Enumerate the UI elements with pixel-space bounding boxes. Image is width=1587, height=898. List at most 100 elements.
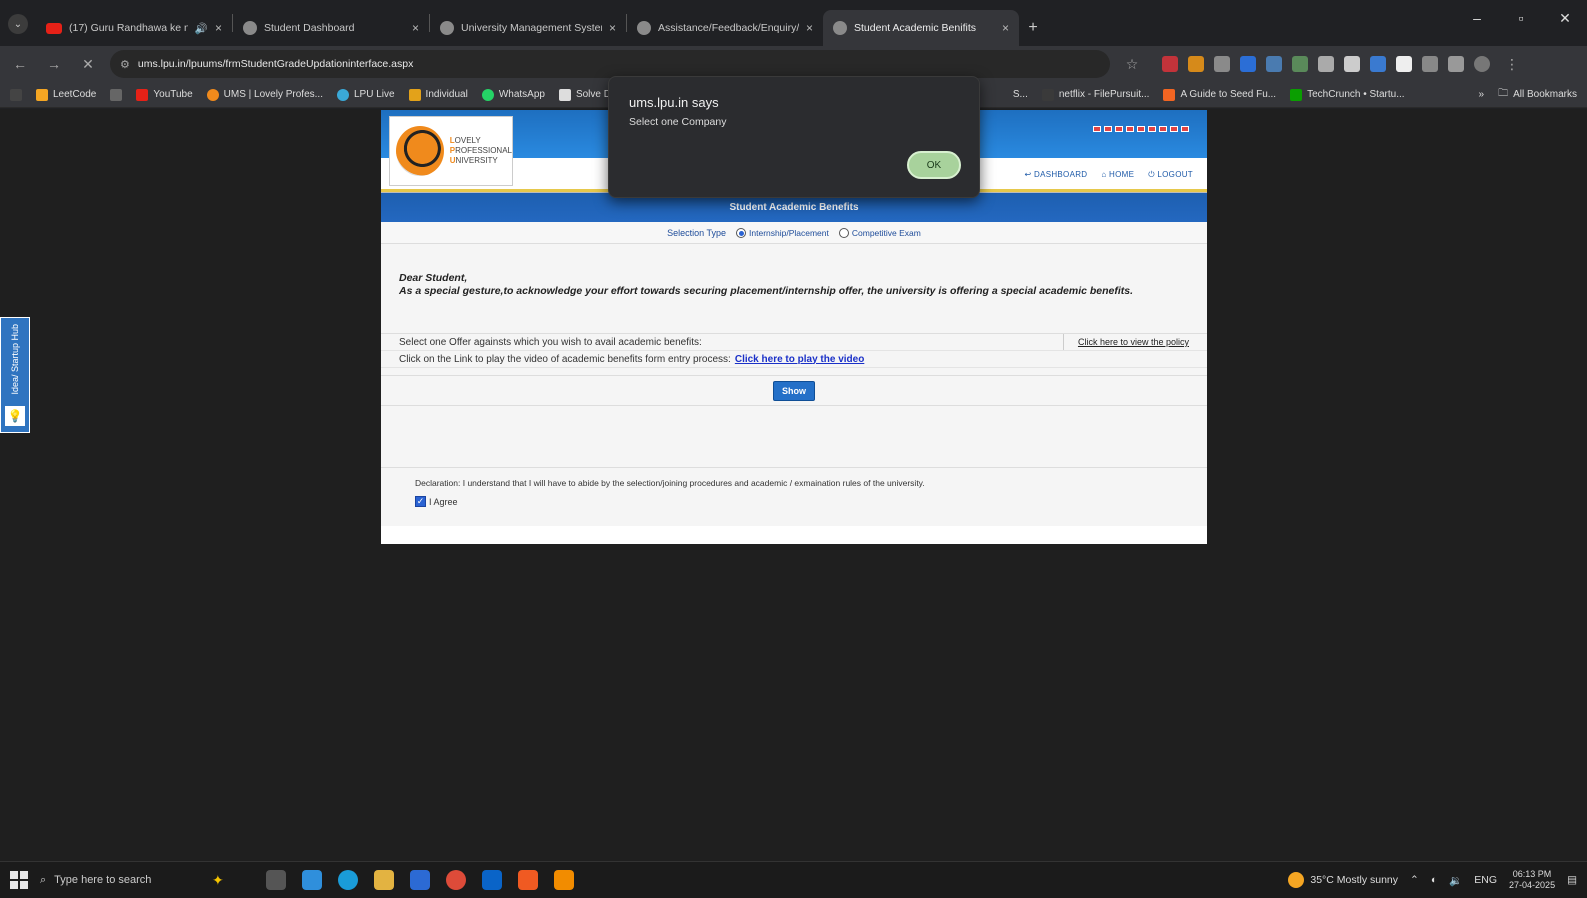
site-info-icon[interactable]: ⚙ (120, 58, 130, 71)
startup-hub-widget[interactable]: Idea/ Startup Hub 💡 (0, 317, 30, 433)
bookmark-item[interactable]: netflix - FilePursuit... (1041, 86, 1149, 103)
play-video-link[interactable]: Click here to play the video (735, 354, 864, 365)
agree-checkbox[interactable]: ✓ I Agree (415, 496, 1173, 507)
close-icon[interactable]: × (806, 21, 813, 35)
bookmark-label: WhatsApp (498, 89, 545, 100)
ycombinator-icon (1163, 88, 1176, 101)
chrome-icon[interactable] (445, 870, 466, 890)
extension-icon[interactable] (1396, 55, 1412, 72)
alert-ok-button[interactable]: OK (907, 151, 961, 179)
forward-icon[interactable]: → (42, 56, 66, 72)
windows-taskbar: ⌕ Type here to search ✦ 35°C Mostly sunn… (0, 861, 1587, 898)
stop-loading-icon[interactable]: ✕ (76, 56, 100, 73)
minimize-icon[interactable]: – (1455, 10, 1499, 27)
search-placeholder: Type here to search (54, 874, 152, 886)
flags-row (1093, 126, 1189, 132)
startup-hub-label: Idea/ Startup Hub (10, 324, 20, 395)
dashboard-link[interactable]: ↩ DASHBOARD (1024, 170, 1087, 180)
selection-type-row: Selection Type Internship/Placement Comp… (381, 222, 1207, 244)
store-icon[interactable] (301, 870, 322, 890)
results-area (381, 406, 1207, 468)
weather-widget[interactable]: 35°C Mostly sunny (1288, 872, 1398, 888)
maximize-icon[interactable]: ▫ (1499, 10, 1543, 27)
ums-icon (206, 88, 219, 101)
bookmark-item[interactable]: YouTube (136, 88, 193, 101)
tab-search-icon[interactable]: ⌄ (8, 14, 28, 34)
close-window-icon[interactable]: ✕ (1543, 10, 1587, 27)
extension-icon[interactable] (1370, 55, 1386, 72)
browser-tab[interactable]: (17) Guru Randhawa ke no 🔊 × (36, 10, 232, 46)
browser-tab-active[interactable]: Student Academic Benifits × (823, 10, 1019, 46)
close-icon[interactable]: × (215, 21, 222, 35)
file-explorer-icon[interactable] (373, 870, 394, 890)
menu-icon[interactable]: ⋮ (1500, 56, 1524, 73)
bookmark-item[interactable]: Individual (408, 88, 468, 101)
clock[interactable]: 06:13 PM 27-04-2025 (1509, 869, 1555, 891)
browser-tab[interactable]: Student Dashboard × (233, 10, 429, 46)
home-link[interactable]: ⌂ HOME (1101, 170, 1134, 180)
lpu-live-icon (336, 88, 349, 101)
brave-icon[interactable] (517, 870, 538, 890)
close-icon[interactable]: × (412, 21, 419, 35)
copilot-icon[interactable]: ✦ (212, 872, 224, 889)
internship-radio[interactable]: Internship/Placement (736, 227, 829, 238)
new-tab-button[interactable]: + (1019, 10, 1047, 46)
bookmark-item[interactable]: A Guide to Seed Fu... (1163, 86, 1276, 103)
view-policy-link[interactable]: Click here to view the policy (1062, 334, 1189, 350)
l2-icon (10, 88, 22, 101)
tab-title: (17) Guru Randhawa ke no (69, 22, 188, 34)
back-icon[interactable]: ← (8, 56, 32, 72)
reading-list-icon[interactable] (1448, 55, 1464, 72)
all-bookmarks-button[interactable]: 🗀 All Bookmarks (1498, 86, 1577, 103)
apps-icon[interactable] (110, 88, 123, 101)
vlc-icon[interactable] (553, 870, 574, 890)
extension-icon[interactable] (1214, 55, 1230, 72)
extension-icon[interactable] (1318, 55, 1334, 72)
bookmark-label: All Bookmarks (1513, 89, 1577, 100)
volume-icon[interactable]: 🔉 (1449, 874, 1462, 887)
bookmark-item[interactable]: TechCrunch • Startu... (1290, 86, 1405, 103)
extension-icon[interactable] (1162, 55, 1178, 72)
competitive-exam-radio[interactable]: Competitive Exam (838, 227, 921, 238)
bookmark-item[interactable] (10, 88, 22, 101)
close-icon[interactable]: × (609, 21, 616, 35)
lang-indicator[interactable]: ENG (1474, 874, 1497, 886)
video-row: Click on the Link to play the video of a… (381, 351, 1207, 368)
close-icon[interactable]: × (1002, 21, 1009, 35)
extension-icon[interactable] (1344, 55, 1360, 72)
task-view-icon[interactable] (265, 870, 286, 890)
extensions-puzzle-icon[interactable] (1422, 55, 1438, 72)
bookmark-item[interactable]: UMS | Lovely Profes... (206, 88, 323, 101)
extension-icon[interactable] (1266, 55, 1282, 72)
windows-start-icon[interactable] (10, 871, 28, 889)
audio-icon[interactable]: 🔊 (195, 22, 208, 35)
avatar[interactable] (1474, 55, 1490, 72)
page-viewport: Idea/ Startup Hub 💡 LOVELY PROFESSIONAL … (0, 109, 1587, 861)
divider (381, 368, 1207, 376)
youtube-icon (46, 22, 62, 34)
bookmark-item[interactable]: LeetCode (36, 88, 96, 101)
outlook-icon[interactable] (481, 870, 502, 890)
bookmark-item[interactable]: LPU Live (336, 88, 395, 101)
extension-icon[interactable] (1188, 55, 1204, 72)
extension-icon[interactable] (1292, 55, 1308, 72)
ms-store-icon[interactable] (409, 870, 430, 890)
notification-icon[interactable]: ▤ (1567, 874, 1577, 886)
extension-icon[interactable] (1240, 55, 1256, 72)
address-bar[interactable]: ⚙ ums.lpu.in/lpuums/frmStudentGradeUpdat… (110, 50, 1110, 78)
browser-tab[interactable]: Assistance/Feedback/Enquiry/ × (627, 10, 823, 46)
logout-link[interactable]: ⏻ LOGOUT (1148, 170, 1193, 180)
bookmark-star-icon[interactable]: ☆ (1120, 56, 1144, 73)
lpu-logo[interactable]: LOVELY PROFESSIONAL UNIVERSITY (389, 116, 513, 186)
show-button[interactable]: Show (773, 380, 815, 401)
edge-icon[interactable] (337, 870, 358, 890)
bookmark-item[interactable]: WhatsApp (481, 88, 545, 101)
taskbar-apps (265, 870, 574, 890)
chevron-up-icon[interactable]: ⌃ (1410, 874, 1419, 886)
more-bookmarks-icon[interactable]: » (1479, 86, 1485, 103)
browser-tab[interactable]: University Management System × (430, 10, 626, 46)
taskbar-search[interactable]: ⌕ Type here to search (40, 866, 200, 894)
bookmark-item[interactable]: S... (1013, 86, 1028, 103)
network-icon[interactable]: ◐ (1431, 874, 1437, 886)
bookmark-item[interactable]: Solve D (558, 88, 611, 101)
